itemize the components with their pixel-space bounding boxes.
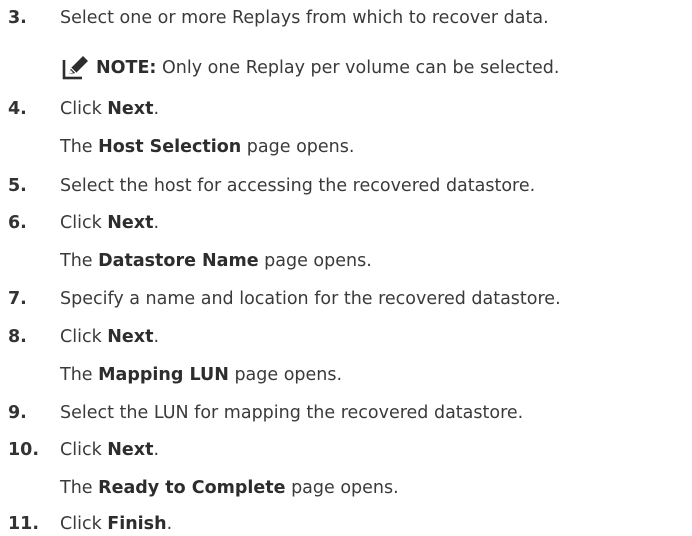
step-number: 11. [8,514,40,534]
step-number: 9. [8,403,27,423]
step-number: 4. [8,99,27,119]
step-text: Specify a name and location for the reco… [60,289,561,309]
step-text: Click Next. [60,99,160,119]
step-number: 7. [8,289,27,309]
step-text: Select the LUN for mapping the recovered… [60,403,524,423]
step-number: 6. [8,213,27,233]
step-number: 5. [8,176,27,196]
step-text: Select one or more Replays from which to… [60,8,549,28]
step-text: Click Next. [60,440,160,460]
step-text: Select the host for accessing the recove… [60,176,536,196]
step-text: Click Next. [60,213,160,233]
step-number: 8. [8,327,27,347]
step-number: 10. [8,440,40,460]
note-label: NOTE: [96,58,157,78]
step-text: Click Next. [60,327,160,347]
step-number: 3. [8,8,27,28]
note: NOTE: Only one Replay per volume can be … [62,54,560,82]
pencil-note-icon [62,54,90,82]
note-text: Only one Replay per volume can be select… [156,58,560,78]
step-text: Click Finish. [60,514,173,534]
